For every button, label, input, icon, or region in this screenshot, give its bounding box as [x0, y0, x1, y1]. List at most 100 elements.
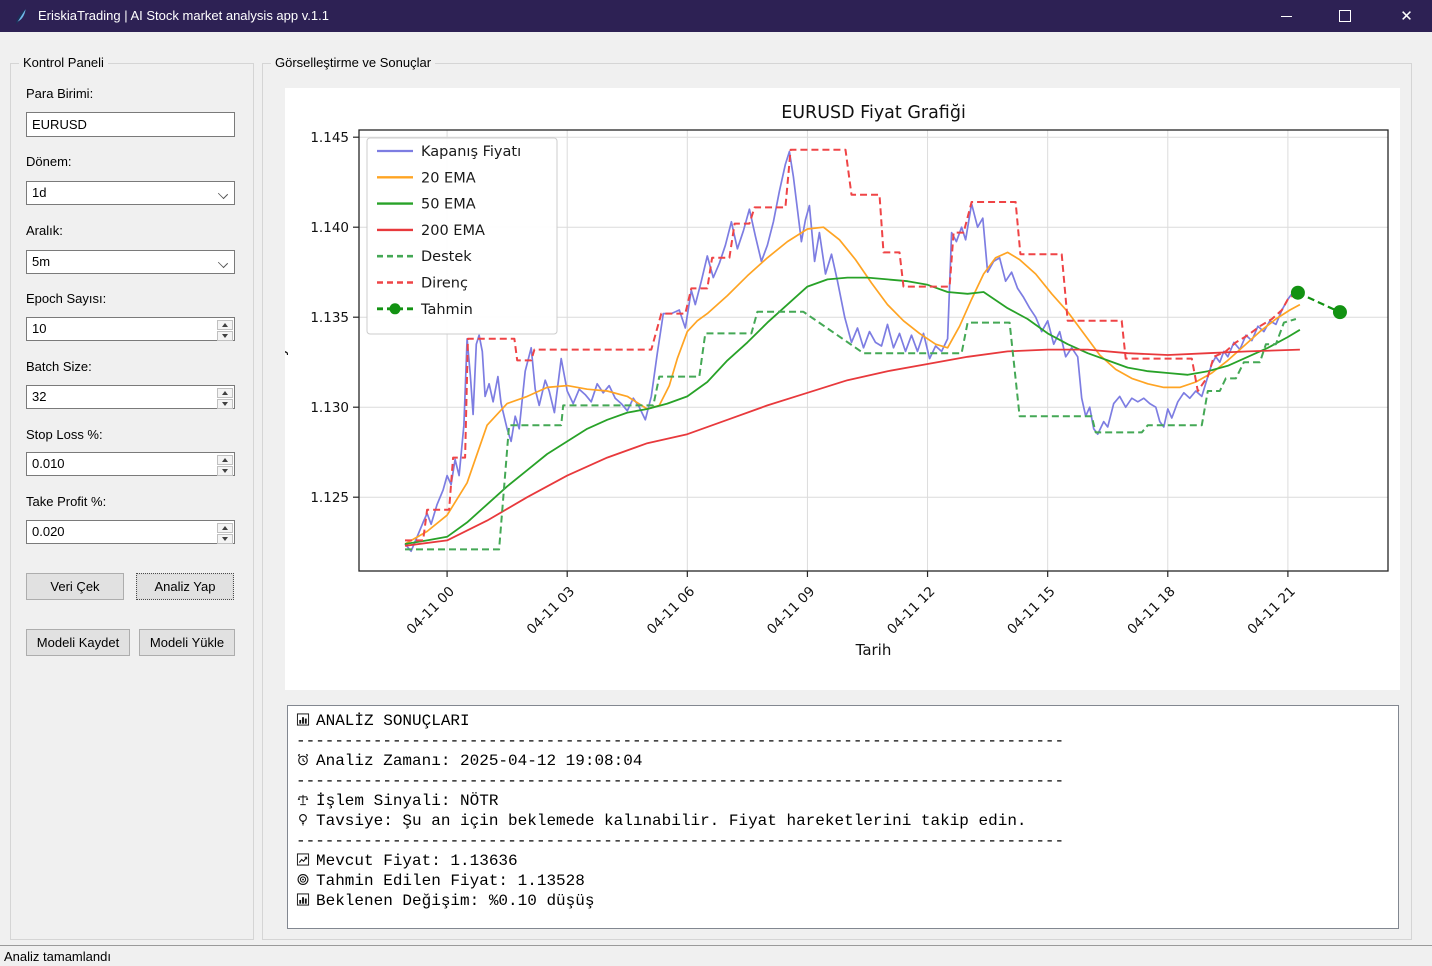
x-tick-label: 04-11 12 [884, 584, 938, 638]
analysis-line: Tavsiye: Şu an için beklemede kalınabili… [296, 811, 1390, 831]
x-tick-label: 04-11 09 [764, 584, 818, 638]
legend-label: Kapanış Fiyatı [421, 144, 521, 160]
chart-up-icon [296, 852, 310, 865]
scale-icon [296, 792, 310, 805]
batch-size-spinbox[interactable]: 32 [26, 385, 235, 409]
visualization-panel-title: Görselleştirme ve Sonuçlar [271, 55, 435, 70]
analysis-line-text: Tahmin Edilen Fiyat: 1.13528 [316, 872, 585, 890]
chevron-down-icon[interactable] [218, 258, 228, 268]
spin-up-button[interactable] [217, 320, 233, 330]
analysis-line-text: ----------------------------------------… [296, 732, 1064, 750]
spin-up-button[interactable] [217, 388, 233, 398]
analysis-line: Tahmin Edilen Fiyat: 1.13528 [296, 871, 1390, 891]
analysis-line-text: Analiz Zamanı: 2025-04-12 19:08:04 [316, 752, 642, 770]
control-panel-title: Kontrol Paneli [19, 55, 108, 70]
minimize-button[interactable] [1263, 0, 1309, 32]
maximize-icon [1339, 10, 1351, 22]
arrow-up-icon [222, 323, 228, 327]
target-icon [296, 872, 310, 885]
minimize-icon [1281, 16, 1292, 17]
window-title: EriskiaTrading | AI Stock market analysi… [38, 0, 329, 32]
support-line [405, 312, 1296, 550]
batch-size-label: Batch Size: [26, 359, 92, 374]
legend-label: 50 EMA [421, 197, 476, 213]
period-label: Dönem: [26, 154, 72, 169]
arrow-up-icon [222, 526, 228, 530]
spin-down-button[interactable] [217, 466, 233, 476]
take-profit-label: Take Profit %: [26, 494, 106, 509]
arrow-down-icon [222, 402, 228, 406]
analysis-line: Beklenen Değişim: %0.10 düşüş [296, 891, 1390, 911]
analysis-line-text: Beklenen Değişim: %0.10 düşüş [316, 892, 594, 910]
x-tick-label: 04-11 03 [524, 584, 578, 638]
x-tick-label: 04-11 06 [644, 584, 698, 638]
y-tick-label: 1.145 [310, 130, 349, 146]
y-tick-label: 1.125 [310, 490, 349, 506]
title-bar: EriskiaTrading | AI Stock market analysi… [0, 0, 1432, 32]
close-icon: ✕ [1400, 7, 1413, 25]
chart-title: EURUSD Fiyat Grafiği [781, 103, 966, 123]
maximize-button[interactable] [1322, 0, 1368, 32]
spin-up-button[interactable] [217, 523, 233, 533]
take-profit-spinbox[interactable]: 0.020 [26, 520, 235, 544]
spin-up-button[interactable] [217, 455, 233, 465]
analyze-button[interactable]: Analiz Yap [136, 573, 234, 600]
stop-loss-label: Stop Loss %: [26, 427, 103, 442]
save-model-button[interactable]: Modeli Kaydet [26, 629, 130, 656]
y-tick-label: 1.135 [310, 310, 349, 326]
fetch-data-button[interactable]: Veri Çek [26, 573, 124, 600]
analysis-line: Analiz Zamanı: 2025-04-12 19:08:04 [296, 751, 1390, 771]
legend-label: 20 EMA [421, 170, 476, 186]
ema200-line [405, 350, 1300, 546]
price-chart-figure: 04-11 00 04-11 03 04-11 06 04-11 09 04-11 12… [285, 88, 1400, 690]
y-axis-label: Fiyat [285, 332, 289, 368]
epochs-spinbox[interactable]: 10 [26, 317, 235, 341]
y-tick-label: 1.140 [310, 220, 349, 236]
analysis-line: ----------------------------------------… [296, 731, 1390, 751]
x-tick-label: 04-11 18 [1124, 584, 1178, 638]
analysis-line: ANALİZ SONUÇLARI [296, 711, 1390, 731]
legend-label: Direnç [421, 276, 468, 292]
legend-label: Tahmin [420, 302, 473, 318]
period-combobox[interactable]: 1d [26, 181, 235, 205]
legend-label: 200 EMA [421, 223, 485, 239]
app-icon [12, 8, 29, 25]
analysis-line-text: Tavsiye: Şu an için beklemede kalınabili… [316, 812, 1027, 830]
prediction-marker [1291, 286, 1305, 300]
x-tick-label: 04-11 21 [1244, 584, 1298, 638]
bar-chart-icon [296, 892, 310, 905]
currency-input[interactable] [26, 112, 235, 137]
interval-combobox[interactable]: 5m [26, 250, 235, 274]
analysis-line-text: ----------------------------------------… [296, 832, 1064, 850]
arrow-down-icon [222, 469, 228, 473]
alarm-clock-icon [296, 752, 310, 765]
arrow-up-icon [222, 458, 228, 462]
status-text: Analiz tamamlandı [4, 949, 111, 964]
y-tick-label: 1.130 [310, 400, 349, 416]
price-chart: 04-11 00 04-11 03 04-11 06 04-11 09 04-11 12… [285, 88, 1400, 690]
x-tick-label: 04-11 15 [1004, 584, 1058, 638]
lightbulb-icon [296, 812, 310, 825]
analysis-line-text: İşlem Sinyali: NÖTR [316, 792, 498, 810]
stop-loss-spinbox[interactable]: 0.010 [26, 452, 235, 476]
prediction-marker [1333, 305, 1347, 319]
bar-chart-icon [296, 712, 310, 725]
arrow-up-icon [222, 391, 228, 395]
x-tick-label: 04-11 00 [404, 584, 458, 638]
analysis-line-text: Mevcut Fiyat: 1.13636 [316, 852, 518, 870]
arrow-down-icon [222, 537, 228, 541]
arrow-down-icon [222, 334, 228, 338]
spin-down-button[interactable] [217, 534, 233, 544]
analysis-line: İşlem Sinyali: NÖTR [296, 791, 1390, 811]
status-bar: Analiz tamamlandı [0, 948, 1432, 966]
analysis-line: ----------------------------------------… [296, 831, 1390, 851]
spin-down-button[interactable] [217, 331, 233, 341]
load-model-button[interactable]: Modeli Yükle [139, 629, 235, 656]
chevron-down-icon[interactable] [218, 189, 228, 199]
currency-label: Para Birimi: [26, 86, 93, 101]
results-text[interactable]: ANALİZ SONUÇLARI------------------------… [287, 705, 1399, 929]
spin-down-button[interactable] [217, 399, 233, 409]
close-button[interactable]: ✕ [1381, 0, 1432, 32]
analysis-line: Mevcut Fiyat: 1.13636 [296, 851, 1390, 871]
legend-label: Destek [421, 249, 472, 265]
